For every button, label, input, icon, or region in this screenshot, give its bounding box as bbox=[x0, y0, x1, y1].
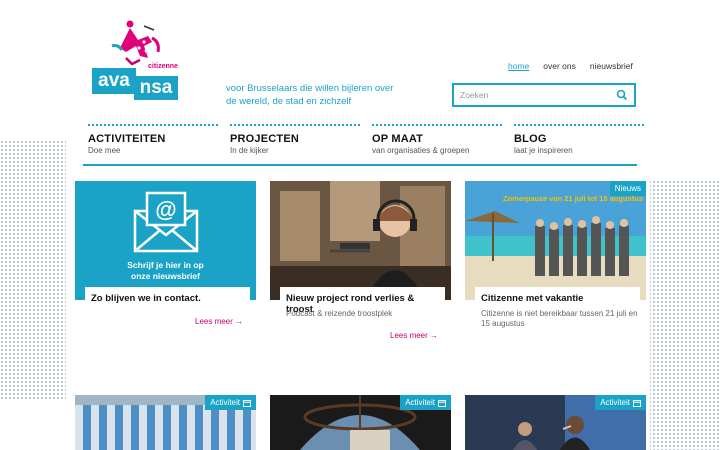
card-subtitle: Podcast & reizende troostplek bbox=[286, 309, 393, 318]
search-input[interactable] bbox=[460, 90, 616, 100]
card-project[interactable]: Nieuw project rond verlies & troost Podc… bbox=[270, 181, 451, 346]
newsletter-image-text-2: onze nieuwsbrief bbox=[131, 271, 200, 281]
card-title: Nieuw project rond verlies & troost bbox=[280, 287, 445, 315]
mainnav-op-maat[interactable]: OP MAAT van organisaties & groepen bbox=[372, 124, 502, 162]
mainnav-title: OP MAAT bbox=[372, 133, 424, 145]
card-image: Activiteit bbox=[75, 395, 256, 450]
arrow-right-icon: → bbox=[235, 317, 244, 326]
mainnav-subtitle: van organisaties & groepen bbox=[372, 146, 470, 155]
card-image: Activiteit bbox=[465, 395, 646, 450]
activity-badge: Activiteit bbox=[205, 395, 256, 410]
activity-badge: Activiteit bbox=[595, 395, 646, 410]
card-subtitle: Citizenne is niet bereikbaar tussen 21 j… bbox=[481, 309, 638, 328]
card-title: Zo blijven we in contact. bbox=[85, 287, 250, 307]
card-image: Activiteit bbox=[270, 395, 451, 450]
mainnav-title: ACTIVITEITEN bbox=[88, 133, 166, 145]
read-more-link[interactable]: Lees meer → bbox=[195, 317, 243, 326]
badge-label: Activiteit bbox=[210, 398, 240, 407]
mainnav-blog[interactable]: BLOG laat je inspireren bbox=[514, 124, 644, 162]
mainnav-projecten[interactable]: PROJECTEN In de kijker bbox=[230, 124, 360, 162]
top-navigation: home over ons nieuwsbrief bbox=[508, 61, 633, 71]
card-activity-1[interactable]: Activiteit bbox=[75, 395, 256, 450]
badge-label: Activiteit bbox=[600, 398, 630, 407]
card-vacation[interactable]: Zomerpauze van 21 juli tot 15 augustus N… bbox=[465, 181, 646, 341]
card-title: Citizenne met vakantie bbox=[475, 287, 640, 307]
badge-label: Activiteit bbox=[405, 398, 435, 407]
arrow-right-icon: → bbox=[430, 331, 439, 340]
card-image: Zomerpauze van 21 juli tot 15 augustus N… bbox=[465, 181, 646, 300]
activity-badge: Activiteit bbox=[400, 395, 451, 410]
card-image: @ Schrijf je hier in op onze nieuwsbrief bbox=[75, 181, 256, 300]
logo-citizenne-text: citizenne bbox=[148, 63, 178, 70]
mainnav-subtitle: Doe mee bbox=[88, 146, 121, 155]
logo-text-part2: nsa bbox=[134, 76, 178, 100]
mainnav-subtitle: In de kijker bbox=[230, 146, 269, 155]
topnav-over-ons[interactable]: over ons bbox=[543, 61, 576, 71]
topnav-nieuwsbrief[interactable]: nieuwsbrief bbox=[590, 61, 633, 71]
decorative-dots-right bbox=[644, 180, 720, 450]
calendar-icon bbox=[438, 399, 446, 407]
mainnav-activiteiten[interactable]: ACTIVITEITEN Doe mee bbox=[88, 124, 218, 162]
badge-label: Nieuws bbox=[614, 184, 641, 193]
search-bar bbox=[452, 83, 636, 107]
topnav-home[interactable]: home bbox=[508, 61, 529, 71]
main-navigation: ACTIVITEITEN Doe mee PROJECTEN In de kij… bbox=[83, 124, 644, 166]
search-icon[interactable] bbox=[616, 89, 628, 101]
mainnav-title: PROJECTEN bbox=[230, 133, 300, 145]
calendar-icon bbox=[633, 399, 641, 407]
mainnav-subtitle: laat je inspireren bbox=[514, 146, 573, 155]
decorative-dots-left bbox=[0, 140, 66, 400]
svg-text:@: @ bbox=[155, 197, 176, 222]
newsletter-image-text-1: Schrijf je hier in op bbox=[127, 260, 204, 270]
read-more-label: Lees meer bbox=[390, 331, 428, 340]
mainnav-title: BLOG bbox=[514, 133, 547, 145]
logo-text-part1: ava bbox=[92, 68, 136, 94]
site-logo[interactable]: citizenne ava nsa bbox=[90, 18, 182, 100]
site-tagline: voor Brusselaars die willen bijleren ove… bbox=[226, 83, 394, 107]
calendar-icon bbox=[243, 399, 251, 407]
news-badge: Nieuws bbox=[609, 181, 646, 196]
card-photo-illustration bbox=[270, 181, 451, 300]
card-activity-3[interactable]: Activiteit bbox=[465, 395, 646, 450]
card-image bbox=[270, 181, 451, 300]
read-more-label: Lees meer bbox=[195, 317, 233, 326]
read-more-link[interactable]: Lees meer → bbox=[390, 331, 438, 340]
email-envelope-icon: @ bbox=[133, 191, 199, 253]
card-newsletter[interactable]: @ Schrijf je hier in op onze nieuwsbrief… bbox=[75, 181, 256, 331]
logo-figure-icon bbox=[111, 20, 160, 66]
card-activity-2[interactable]: Activiteit bbox=[270, 395, 451, 450]
